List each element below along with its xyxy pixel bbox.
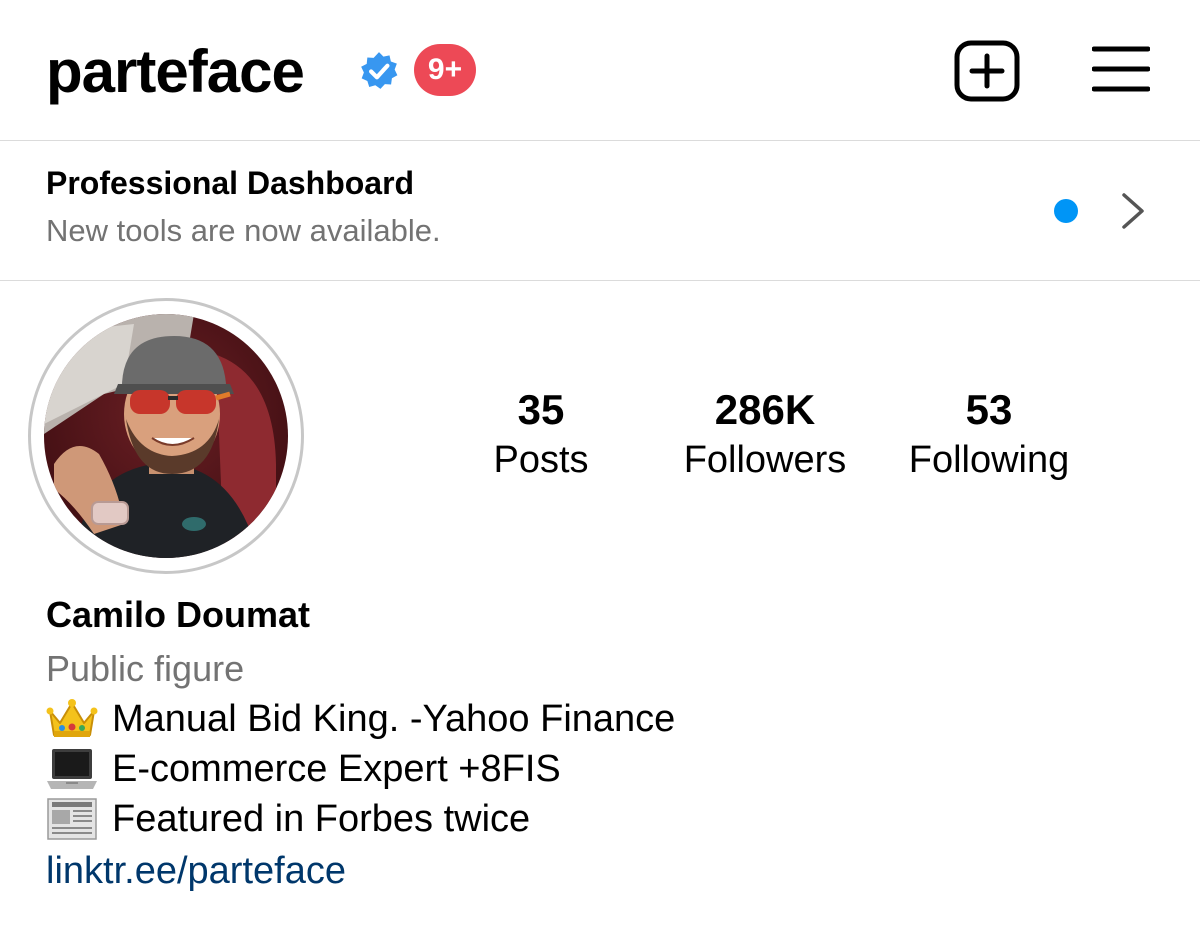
stat-posts[interactable]: 35 Posts	[431, 384, 651, 484]
profile-link[interactable]: linktr.ee/parteface	[46, 846, 346, 896]
username-title[interactable]: parteface	[46, 36, 305, 108]
stat-followers[interactable]: 286K Followers	[655, 384, 875, 484]
profile-screen: parteface 9+ Professional Dashboard New …	[0, 0, 1200, 930]
posts-label: Posts	[493, 439, 589, 481]
following-label: Following	[908, 439, 1070, 481]
posts-count: 35	[517, 386, 565, 433]
bio-text: Manual Bid King. -Yahoo Finance	[112, 698, 676, 740]
dashboard-title: Professional Dashboard	[46, 165, 415, 201]
dashboard-divider	[0, 280, 1200, 281]
professional-dashboard-row[interactable]: Professional Dashboard New tools are now…	[0, 141, 1200, 280]
dashboard-subtitle: New tools are now available.	[46, 213, 441, 248]
chevron-right-icon	[1122, 193, 1144, 229]
blue-dot-icon	[1054, 199, 1078, 223]
profile-header: parteface 9+	[0, 0, 1200, 140]
verified-badge-icon	[361, 52, 398, 89]
bio-line: Featured in Forbes twice	[46, 794, 530, 844]
bio-text: Featured in Forbes twice	[112, 798, 531, 840]
category-label: Public figure	[46, 648, 245, 689]
bio-line: Manual Bid King. -Yahoo Finance	[46, 694, 675, 744]
followers-count: 286K	[714, 386, 816, 433]
followers-label: Followers	[683, 439, 847, 481]
full-name: Camilo Doumat	[46, 594, 311, 635]
stat-following[interactable]: 53 Following	[879, 384, 1099, 484]
following-count: 53	[965, 386, 1013, 433]
avatar[interactable]	[44, 314, 288, 558]
notification-badge[interactable]: 9+	[414, 44, 476, 96]
newspaper-icon	[47, 798, 97, 840]
crown-icon	[46, 699, 98, 737]
hamburger-menu-icon[interactable]	[1092, 44, 1150, 94]
bio-line: E-commerce Expert +8FIS	[46, 744, 561, 794]
bio-text: E-commerce Expert +8FIS	[112, 748, 561, 790]
plus-square-icon[interactable]	[954, 40, 1020, 102]
laptop-icon	[47, 749, 97, 789]
